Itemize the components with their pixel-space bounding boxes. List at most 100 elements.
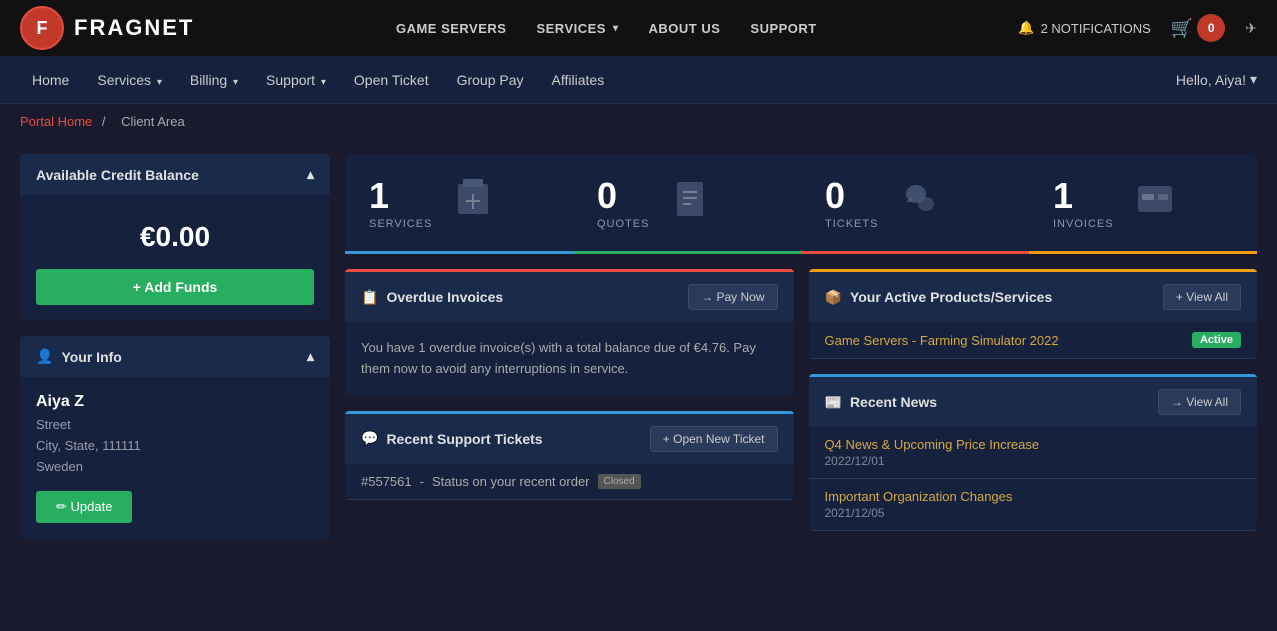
right-content: 1 SERVICES 0 QUOTES [345,154,1257,539]
news-header-icon: 📰 [825,394,842,411]
invoices-label: INVOICES [1053,218,1114,230]
user-country: Sweden [36,457,314,478]
your-info-card: 👤 Your Info ▴ Aiya Z Street City, State,… [20,336,330,539]
your-info-collapse-icon[interactable]: ▴ [307,348,314,365]
stats-bar: 1 SERVICES 0 QUOTES [345,154,1257,254]
services2-dropdown-icon: ▾ [154,77,162,88]
product-name: Game Servers - Farming Simulator 2022 [825,333,1059,348]
your-info-title: Your Info [61,349,121,365]
stat-invoices[interactable]: 1 INVOICES [1029,154,1257,254]
view-all-news-button[interactable]: → View All [1158,389,1241,415]
cart-icon: 🛒 [1171,18,1193,39]
nav-support[interactable]: SUPPORT [750,21,816,36]
second-navigation: Home Services ▾ Billing ▾ Support ▾ Open… [0,56,1277,104]
quotes-count: 0 [597,178,649,214]
user-name: Aiya Z [36,393,314,411]
quotes-icon [665,174,715,234]
view-all-products-button[interactable]: + View All [1163,284,1241,310]
breadcrumb-current: Client Area [121,114,185,129]
add-funds-button[interactable]: + Add Funds [36,269,314,305]
top-nav-arrow-icon[interactable]: ✈ [1245,20,1257,37]
news-title-1: Important Organization Changes [825,489,1242,504]
news-title-0: Q4 News & Upcoming Price Increase [825,437,1242,452]
panel-left: 📋 Overdue Invoices → Pay Now You have 1 … [345,269,794,539]
overdue-invoices-message: You have 1 overdue invoice(s) with a tot… [361,338,778,380]
tickets-count: 0 [825,178,878,214]
bottom-panels: 📋 Overdue Invoices → Pay Now You have 1 … [345,269,1257,539]
main-content: Available Credit Balance ▴ €0.00 + Add F… [0,139,1277,554]
open-new-ticket-button[interactable]: + Open New Ticket [650,426,778,452]
recent-news-title: Recent News [850,394,937,410]
recent-news-header: 📰 Recent News → View All [809,374,1258,427]
hello-user-text: Hello, Aiya! [1176,72,1246,88]
services-icon [448,174,498,234]
recent-tickets-title: Recent Support Tickets [386,431,542,447]
nav-support-2[interactable]: Support ▾ [254,66,338,94]
credit-balance-header: Available Credit Balance ▴ [20,154,330,195]
top-nav-right: 🔔 2 NOTIFICATIONS 🛒 0 ✈ [1018,14,1257,42]
logo-area: F FRAGNET [20,6,194,50]
ticket-item[interactable]: #557561 - Status on your recent order Cl… [345,464,794,500]
credit-balance-collapse-icon[interactable]: ▴ [307,166,314,183]
overdue-invoices-card: 📋 Overdue Invoices → Pay Now You have 1 … [345,269,794,396]
hello-user[interactable]: Hello, Aiya! ▾ [1176,71,1257,88]
nav-group-pay[interactable]: Group Pay [445,66,536,94]
credit-amount: €0.00 [36,211,314,269]
product-item[interactable]: Game Servers - Farming Simulator 2022 Ac… [809,322,1258,359]
breadcrumb: Portal Home / Client Area [0,104,1277,139]
cart-button[interactable]: 0 [1197,14,1225,42]
invoice-header-icon: 📋 [361,289,378,306]
ticket-header-icon: 💬 [361,430,378,447]
credit-balance-body: €0.00 + Add Funds [20,195,330,321]
nav-services-2[interactable]: Services ▾ [85,66,174,94]
stat-tickets[interactable]: 0 TICKETS [801,154,1029,254]
invoices-icon [1130,174,1180,234]
panel-right: 📦 Your Active Products/Services + View A… [809,269,1258,539]
nav-game-servers[interactable]: GAME SERVERS [396,21,507,36]
credit-balance-card: Available Credit Balance ▴ €0.00 + Add F… [20,154,330,321]
tickets-icon [894,174,944,234]
services-count: 1 [369,178,432,214]
ticket-id: #557561 [361,474,412,489]
nav-billing[interactable]: Billing ▾ [178,66,250,94]
hello-user-dropdown-icon: ▾ [1250,71,1257,88]
breadcrumb-portal-home[interactable]: Portal Home [20,114,92,129]
recent-tickets-header: 💬 Recent Support Tickets + Open New Tick… [345,411,794,464]
stat-services[interactable]: 1 SERVICES [345,154,573,254]
user-icon: 👤 [36,348,53,365]
user-street: Street [36,415,314,436]
active-products-card: 📦 Your Active Products/Services + View A… [809,269,1258,359]
logo-text: FRAGNET [74,15,194,41]
active-products-header: 📦 Your Active Products/Services + View A… [809,269,1258,322]
services-label: SERVICES [369,218,432,230]
user-city-state: City, State, 111111 [36,436,314,457]
nav-about-us[interactable]: ABOUT US [649,21,721,36]
recent-news-card: 📰 Recent News → View All Q4 News & Upcom… [809,374,1258,531]
nav-home[interactable]: Home [20,66,81,94]
news-date-1: 2021/12/05 [825,506,1242,520]
nav-services[interactable]: SERVICES ▾ [536,21,618,36]
nav-open-ticket[interactable]: Open Ticket [342,66,441,94]
breadcrumb-separator: / [102,114,109,129]
cart-area[interactable]: 🛒 0 [1171,14,1225,42]
news-item-1[interactable]: Important Organization Changes 2021/12/0… [809,479,1258,531]
pay-now-button[interactable]: → Pay Now [688,284,777,310]
news-date-0: 2022/12/01 [825,454,1242,468]
logo-icon: F [20,6,64,50]
your-info-body: Aiya Z Street City, State, 111111 Sweden… [20,377,330,539]
stat-quotes[interactable]: 0 QUOTES [573,154,801,254]
top-nav-links: GAME SERVERS SERVICES ▾ ABOUT US SUPPORT [396,21,817,36]
update-button[interactable]: ✏ Update [36,491,132,523]
overdue-invoices-title: Overdue Invoices [386,289,503,305]
notifications-label: 2 NOTIFICATIONS [1041,21,1151,36]
nav-affiliates[interactable]: Affiliates [540,66,617,94]
bell-icon: 🔔 [1018,20,1034,36]
active-products-title: Your Active Products/Services [850,289,1052,305]
products-header-icon: 📦 [825,289,842,306]
news-item-0[interactable]: Q4 News & Upcoming Price Increase 2022/1… [809,427,1258,479]
credit-balance-title: Available Credit Balance [36,167,199,183]
quotes-label: QUOTES [597,218,649,230]
second-nav-links: Home Services ▾ Billing ▾ Support ▾ Open… [20,66,616,94]
cart-badge: 0 [1208,21,1215,35]
notifications-button[interactable]: 🔔 2 NOTIFICATIONS [1018,20,1150,36]
